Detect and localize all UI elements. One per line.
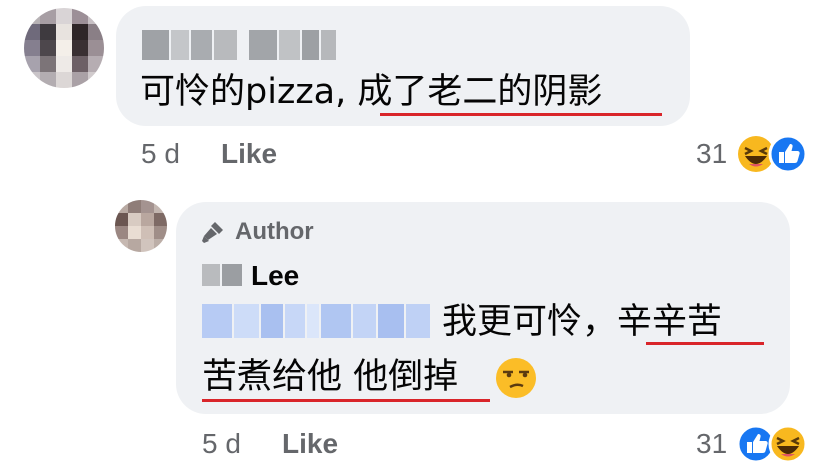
microphone-icon bbox=[202, 222, 223, 243]
reply-text-line1: 我更可怜，辛辛苦 bbox=[442, 300, 722, 344]
comment-reaction-count[interactable]: 31 bbox=[696, 137, 727, 171]
author-first-name-redacted[interactable] bbox=[202, 264, 242, 286]
reply-text-line2: 苦煮给他 他倒掉 bbox=[202, 355, 458, 399]
reply-underline-1 bbox=[646, 342, 764, 345]
comment-text-underlined: 成了老二的阴影 bbox=[357, 72, 603, 112]
reply-like-button[interactable]: Like bbox=[282, 427, 338, 461]
reply-text-underlined-2: 苦煮给他 他倒掉 bbox=[202, 357, 459, 397]
like-icon bbox=[768, 134, 808, 174]
commenter-avatar[interactable] bbox=[24, 8, 104, 88]
author-badge: Author bbox=[235, 218, 314, 245]
reply-text-plain: 我更可怜， bbox=[442, 302, 618, 342]
comment-like-button[interactable]: Like bbox=[221, 137, 277, 171]
author-avatar[interactable] bbox=[115, 200, 167, 252]
haha-icon bbox=[768, 424, 808, 464]
reply-timestamp[interactable]: 5 d bbox=[202, 427, 241, 461]
author-name[interactable]: Lee bbox=[251, 259, 299, 293]
mention-tag-redacted[interactable] bbox=[202, 304, 430, 338]
comment-underline bbox=[380, 113, 662, 116]
unamused-face-icon bbox=[496, 358, 536, 398]
reply-text-underlined-1: 辛辛苦 bbox=[617, 302, 723, 342]
comment-text: 可怜的pizza, 成了老二的阴影 bbox=[140, 70, 602, 114]
comment-timestamp[interactable]: 5 d bbox=[141, 137, 180, 171]
commenter-name-redacted[interactable] bbox=[142, 30, 337, 60]
reply-underline-2 bbox=[202, 399, 490, 402]
comment-text-plain: 可怜的pizza, bbox=[140, 72, 358, 112]
reply-reaction-count[interactable]: 31 bbox=[696, 427, 727, 461]
